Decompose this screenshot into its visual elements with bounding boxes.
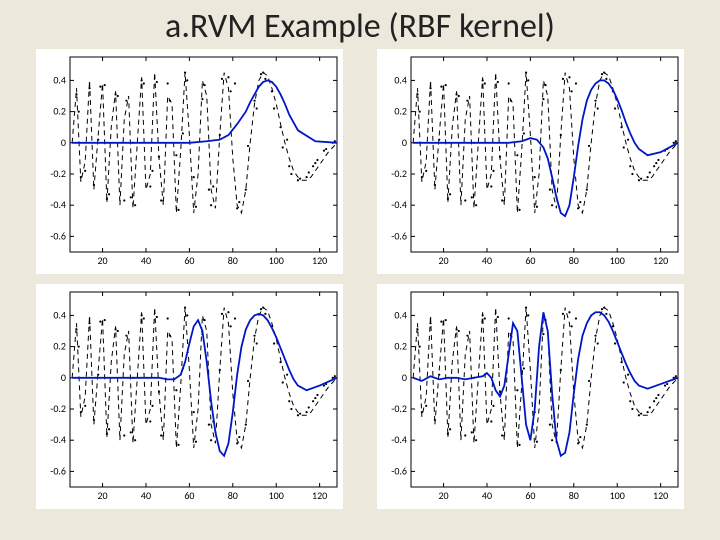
svg-text:-0.4: -0.4 bbox=[50, 433, 66, 446]
chart-svg-1: 20 40 60 80 100 120 -0.6 -0.4 -0.2 0 0.2 0.4 bbox=[36, 49, 343, 274]
svg-text:60: 60 bbox=[525, 254, 535, 267]
svg-text:-0.4: -0.4 bbox=[50, 198, 66, 211]
svg-text:0: 0 bbox=[61, 371, 66, 384]
chart-grid: 20 40 60 80 100 120 -0.6 -0.4 -0.2 0 0.2 0.4 20 40 60… bbox=[0, 49, 720, 527]
svg-text:0.2: 0.2 bbox=[394, 340, 407, 353]
svg-text:-0.2: -0.2 bbox=[50, 167, 66, 180]
svg-text:-0.6: -0.6 bbox=[50, 229, 66, 242]
svg-text:40: 40 bbox=[141, 254, 151, 267]
page-title: a.RVM Example (RBF kernel) bbox=[0, 0, 720, 49]
svg-text:80: 80 bbox=[228, 489, 238, 502]
svg-text:0.4: 0.4 bbox=[394, 308, 407, 321]
svg-text:-0.6: -0.6 bbox=[391, 464, 407, 477]
svg-text:0.2: 0.2 bbox=[394, 105, 407, 118]
chart-svg-3: 20 40 60 80 100 120 -0.6 -0.4 -0.2 0 0.2 0.4 bbox=[36, 284, 343, 509]
svg-text:80: 80 bbox=[228, 254, 238, 267]
svg-text:-0.6: -0.6 bbox=[391, 229, 407, 242]
svg-text:40: 40 bbox=[141, 489, 151, 502]
chart-svg-4: 20 40 60 80 100 120 -0.6 -0.4 -0.2 0 0.2 0.4 bbox=[377, 284, 684, 509]
svg-text:80: 80 bbox=[569, 254, 579, 267]
svg-text:-0.2: -0.2 bbox=[391, 402, 407, 415]
svg-text:-0.4: -0.4 bbox=[391, 433, 407, 446]
svg-text:-0.2: -0.2 bbox=[50, 402, 66, 415]
svg-text:20: 20 bbox=[97, 254, 107, 267]
svg-text:0: 0 bbox=[61, 136, 66, 149]
svg-text:100: 100 bbox=[269, 254, 284, 267]
chart-panel-4: 20 40 60 80 100 120 -0.6 -0.4 -0.2 0 0.2 0.4 bbox=[377, 284, 684, 509]
svg-text:120: 120 bbox=[312, 254, 327, 267]
svg-text:20: 20 bbox=[438, 489, 448, 502]
svg-text:20: 20 bbox=[97, 489, 107, 502]
svg-text:100: 100 bbox=[269, 489, 284, 502]
chart-svg-2: 20 40 60 80 100 120 -0.6 -0.4 -0.2 0 0.2 0.4 bbox=[377, 49, 684, 274]
svg-text:-0.4: -0.4 bbox=[391, 198, 407, 211]
chart-panel-1: 20 40 60 80 100 120 -0.6 -0.4 -0.2 0 0.2 0.4 bbox=[36, 49, 343, 274]
svg-text:100: 100 bbox=[610, 254, 625, 267]
svg-text:120: 120 bbox=[653, 254, 668, 267]
svg-text:0.2: 0.2 bbox=[53, 105, 66, 118]
chart-panel-3: 20 40 60 80 100 120 -0.6 -0.4 -0.2 0 0.2 0.4 bbox=[36, 284, 343, 509]
svg-text:0.4: 0.4 bbox=[394, 73, 407, 86]
svg-text:120: 120 bbox=[653, 489, 668, 502]
svg-text:0: 0 bbox=[402, 136, 407, 149]
svg-text:0.4: 0.4 bbox=[53, 73, 66, 86]
svg-text:0: 0 bbox=[402, 371, 407, 384]
svg-text:0.2: 0.2 bbox=[53, 340, 66, 353]
svg-text:0.4: 0.4 bbox=[53, 308, 66, 321]
svg-text:60: 60 bbox=[184, 254, 194, 267]
svg-text:40: 40 bbox=[482, 489, 492, 502]
svg-text:80: 80 bbox=[569, 489, 579, 502]
svg-text:100: 100 bbox=[610, 489, 625, 502]
svg-text:-0.2: -0.2 bbox=[391, 167, 407, 180]
svg-text:60: 60 bbox=[184, 489, 194, 502]
svg-text:20: 20 bbox=[438, 254, 448, 267]
svg-text:-0.6: -0.6 bbox=[50, 464, 66, 477]
chart-panel-2: 20 40 60 80 100 120 -0.6 -0.4 -0.2 0 0.2 0.4 bbox=[377, 49, 684, 274]
svg-text:120: 120 bbox=[312, 489, 327, 502]
svg-text:40: 40 bbox=[482, 254, 492, 267]
svg-text:60: 60 bbox=[525, 489, 535, 502]
